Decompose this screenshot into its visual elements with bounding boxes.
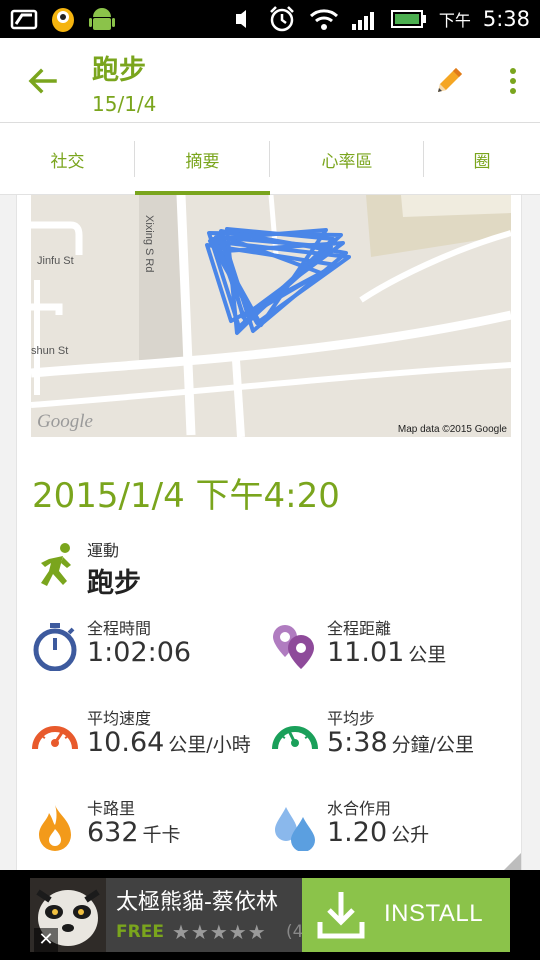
stat-unit: 公升 [391, 824, 430, 846]
running-person-icon [41, 543, 71, 586]
stat-unit: 公里/小時 [168, 734, 251, 756]
stopwatch-icon [33, 623, 77, 671]
clock-time: 5:38 [482, 7, 530, 31]
android-notification-icon [89, 8, 115, 30]
alarm-icon [269, 6, 294, 32]
activity-type-label: 運動 [87, 541, 120, 560]
ad-price: FREE [116, 922, 164, 942]
arrow-back-icon [28, 68, 57, 94]
stat-number: 10.64 [87, 727, 165, 758]
tab-heart-rate-zones[interactable]: 心率區 [270, 123, 424, 195]
page-subtitle: 15/1/4 [92, 92, 157, 116]
stat-total-distance: 全程距離 11.01 公里 [271, 615, 511, 685]
stat-calories: 卡路里 632 千卡 [31, 795, 271, 865]
stat-average-pace: 平均步 5:38 分鐘/公里 [271, 705, 511, 775]
stat-label: 全程距離 [327, 619, 392, 638]
pace-gauge-icon [272, 726, 318, 750]
activity-type-value: 跑步 [87, 568, 141, 599]
pencil-icon [438, 68, 462, 92]
stat-label: 水合作用 [327, 799, 392, 818]
stat-hydration: 水合作用 1.20 公升 [271, 795, 511, 865]
signal-icon [351, 12, 374, 30]
more-vert-icon [510, 68, 516, 94]
ad-banner[interactable]: ✕ 太極熊貓-蔡依林 FREE ★★★★★ (4 INSTALL [0, 870, 540, 960]
ad-rating-count: (4 [286, 922, 302, 942]
app-notification-icon [52, 8, 74, 32]
stat-average-speed: 平均速度 10.64 公里/小時 [31, 705, 271, 775]
map-pin-icon [273, 625, 314, 669]
tab-laps[interactable]: 圈 [424, 123, 540, 195]
stat-value: 632 千卡 [87, 817, 181, 848]
street-label: Jinfu St [37, 255, 74, 267]
download-icon [317, 892, 365, 939]
stat-number: 632 [87, 817, 139, 848]
battery-icon [390, 10, 426, 28]
stat-number: 11.01 [327, 637, 405, 668]
overflow-menu-button[interactable] [496, 60, 530, 102]
ad-close-button[interactable]: ✕ [34, 928, 58, 952]
google-logo: Google [37, 411, 93, 432]
stat-value: 1.20 公升 [327, 817, 429, 848]
ad-install-button[interactable]: INSTALL [302, 878, 510, 952]
edit-button[interactable] [428, 60, 470, 102]
ad-star-rating: ★★★★★ [172, 920, 267, 944]
activity-datetime: 2015/1/4 下午4:20 [32, 476, 340, 516]
speed-gauge-icon [32, 726, 78, 750]
route-map[interactable]: Jinfu St Xixing S Rd shun St Google Map … [31, 195, 511, 437]
install-label: INSTALL [384, 900, 484, 927]
stat-unit: 公里 [408, 644, 447, 666]
street-label: Xixing S Rd [143, 215, 155, 273]
summary-card: Jinfu St Xixing S Rd shun St Google Map … [16, 195, 522, 875]
tab-summary[interactable]: 摘要 [135, 123, 270, 195]
map-graphic [31, 195, 511, 437]
stat-label: 卡路里 [87, 799, 136, 818]
tab-label: 社交 [50, 151, 85, 172]
tab-social[interactable]: 社交 [0, 123, 135, 195]
tab-label: 心率區 [321, 151, 373, 172]
stat-number: 1:02:06 [87, 637, 192, 668]
app-bar: 跑步 15/1/4 [0, 38, 540, 123]
stat-value: 5:38 分鐘/公里 [327, 727, 474, 758]
clock-ampm: 下午 [438, 11, 471, 30]
street-label: shun St [31, 345, 69, 357]
stat-total-time: 全程時間 1:02:06 [31, 615, 271, 685]
stat-value: 1:02:06 [87, 637, 195, 668]
status-bar: 下午 5:38 [0, 0, 540, 38]
tab-label: 摘要 [185, 151, 220, 172]
map-credit: Map data ©2015 Google [397, 424, 507, 435]
stat-unit: 分鐘/公里 [391, 734, 475, 756]
tab-bar: 社交 摘要 心率區 圈 [0, 123, 540, 195]
screenshot-notification-icon [10, 9, 38, 30]
stat-label: 平均速度 [87, 709, 152, 728]
stat-value: 10.64 公里/小時 [87, 727, 251, 758]
ad-title: 太極熊貓-蔡依林 [116, 890, 278, 915]
stat-label: 全程時間 [87, 619, 152, 638]
page-title: 跑步 [92, 55, 146, 86]
stat-value: 11.01 公里 [327, 637, 446, 668]
flame-icon [39, 805, 71, 851]
wifi-icon [309, 9, 338, 30]
mute-icon [235, 10, 246, 28]
stat-number: 5:38 [327, 727, 388, 758]
ad-info[interactable]: 太極熊貓-蔡依林 FREE ★★★★★ (4 [106, 878, 302, 952]
water-drops-icon [275, 807, 315, 851]
back-button[interactable] [22, 60, 64, 102]
stat-number: 1.20 [327, 817, 388, 848]
stat-unit: 千卡 [142, 824, 181, 846]
tab-label: 圈 [473, 151, 491, 172]
stat-label: 平均步 [327, 709, 376, 728]
